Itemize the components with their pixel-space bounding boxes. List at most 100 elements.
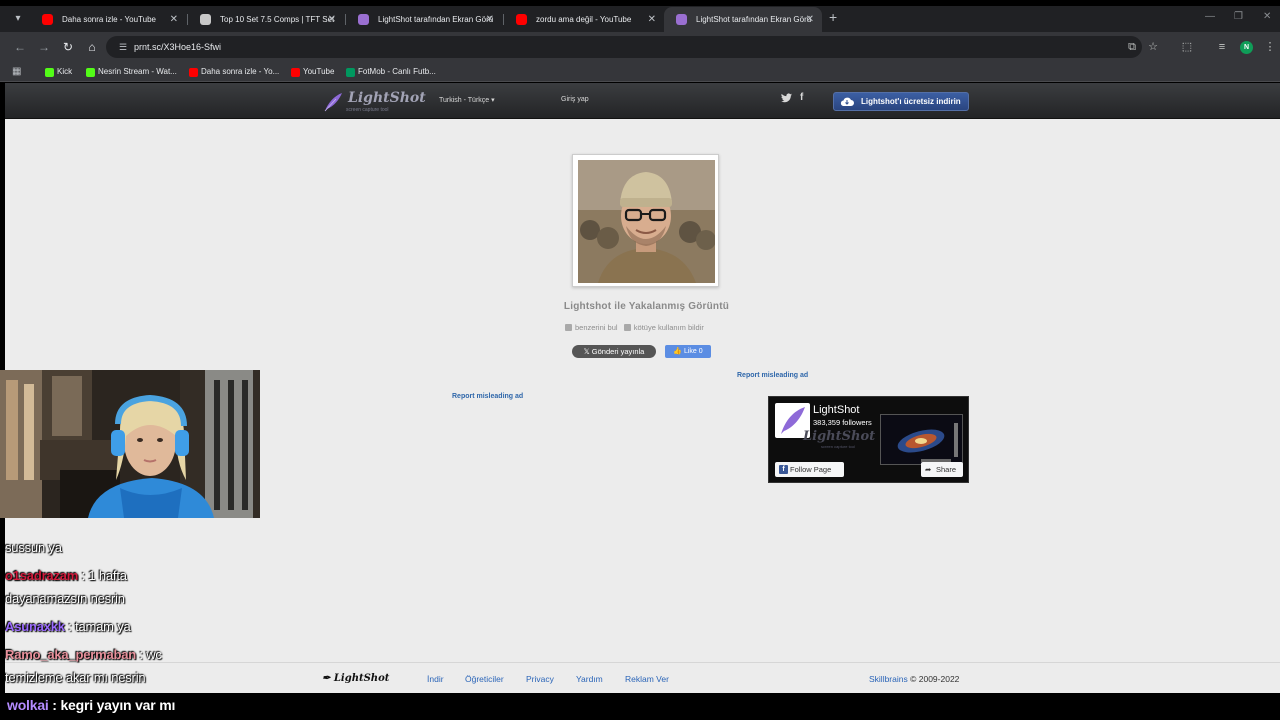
twitter-icon[interactable] (781, 93, 792, 106)
kick-icon (86, 68, 95, 77)
share-button-label: Share (936, 465, 957, 474)
cloud-download-icon (840, 97, 854, 106)
tab-title: Daha sonra izle - YouTube (62, 15, 156, 24)
footer-logo[interactable]: ✒ LightShot (322, 673, 389, 684)
lightshot-logo[interactable]: LightShot screen capture tool (322, 90, 426, 115)
profile-avatar[interactable]: N (1240, 41, 1253, 54)
tab-5-active[interactable]: LightShot tarafından Ekran Görü ✕ (664, 7, 822, 32)
close-icon[interactable]: ✕ (170, 7, 178, 32)
tweet-button[interactable]: 𝕏 Gönderi yayınla (572, 345, 656, 358)
language-select[interactable]: Turkish - Türkçe ▾ (439, 96, 495, 104)
youtube-icon (42, 14, 53, 25)
tab-title: LightShot tarafından Ekran Görü (696, 15, 812, 24)
copyright: Skillbrains © 2009-2022 (869, 674, 959, 684)
bookmark-nesrin-stream[interactable]: Nesrin Stream - Wat... (86, 65, 177, 79)
flag-icon (623, 324, 631, 331)
chat-message: Asunaxkk : tamam ya (5, 619, 131, 634)
install-app-icon[interactable]: ⧉ (1124, 39, 1140, 55)
forward-icon[interactable]: → (36, 39, 52, 55)
download-button-label: Lightshot'ı ücretsiz indirin (861, 97, 961, 106)
report-abuse-link[interactable]: kötüye kullanım bildir (634, 323, 704, 332)
facebook-icon[interactable]: f (800, 92, 803, 103)
tft-icon (200, 14, 211, 25)
login-link[interactable]: Giriş yap (561, 96, 589, 103)
bookmark-youtube[interactable]: YouTube (291, 65, 334, 79)
site-info-icon[interactable]: ☰ (116, 40, 130, 54)
bookmark-label: Daha sonra izle - Yo... (201, 67, 280, 76)
close-icon[interactable]: ✕ (328, 7, 336, 32)
chevron-down-icon: ▾ (491, 97, 495, 104)
chat-message: temizleme akar mı nesrin (5, 670, 146, 685)
skillbrains-link[interactable]: Skillbrains (869, 674, 908, 684)
lightshot-header: LightShot screen capture tool Turkish - … (5, 83, 1280, 119)
feather-icon: ✒ (322, 673, 331, 684)
chat-message: Ramo_aka_permaban : wc (5, 647, 162, 662)
footer-link-tutorials[interactable]: Öğreticiler (465, 674, 504, 684)
tweet-button-label: Gönderi yayınla (591, 347, 645, 356)
tab-3[interactable]: LightShot tarafından Ekran Görü ✕ (346, 7, 502, 32)
tab-2[interactable]: Top 10 Set 7.5 Comps | TFT Set ✕ (188, 7, 344, 32)
facebook-icon: f (779, 465, 788, 474)
image-title: Lightshot ile Yakalanmış Görüntü (563, 301, 730, 312)
facebook-page-widget[interactable]: LightShot 383,359 followers LightShot sc… (768, 396, 969, 483)
footer-link-privacy[interactable]: Privacy (526, 674, 554, 684)
chat-text: : wc (139, 647, 162, 662)
fb-page-name[interactable]: LightShot (813, 404, 859, 416)
facebook-like-button[interactable]: 👍 Like 0 (665, 345, 711, 358)
bookmark-fotmob[interactable]: FotMob - Canlı Futb... (346, 65, 436, 79)
extensions-icon[interactable]: ⬚ (1179, 39, 1195, 55)
lightshot-icon (358, 14, 369, 25)
apps-grid-icon[interactable]: ▦ (12, 66, 24, 78)
x-icon: 𝕏 (583, 347, 592, 356)
report-misleading-ad-link[interactable]: Report misleading ad (452, 393, 523, 400)
bookmark-label: FotMob - Canlı Futb... (358, 67, 436, 76)
tab-search-icon[interactable]: ▾ (10, 11, 26, 27)
close-icon[interactable]: ✕ (486, 7, 494, 32)
bookmarks-bar: ▦ Kick Nesrin Stream - Wat... Daha sonra… (0, 62, 1280, 82)
new-tab-icon[interactable]: + (829, 9, 837, 25)
find-similar-link[interactable]: benzerini bul (575, 323, 618, 332)
close-icon[interactable]: ✕ (648, 7, 656, 32)
home-icon[interactable]: ⌂ (84, 39, 100, 55)
chat-username: Ramo_aka_permaban (5, 647, 136, 662)
more-menu-icon[interactable]: ⋮ (1262, 39, 1278, 55)
report-misleading-ad-link[interactable]: Report misleading ad (737, 372, 808, 379)
bookmark-label: YouTube (303, 67, 335, 76)
address-bar[interactable]: ☰ prnt.sc/X3Hoe16-Sfwi (106, 36, 1142, 58)
fb-cover-tagline: screen capture tool (821, 444, 856, 449)
tab-1[interactable]: Daha sonra izle - YouTube ✕ (30, 7, 186, 32)
screenshot-frame (572, 154, 719, 287)
window-close-icon[interactable]: ✕ (1263, 11, 1271, 22)
footer-link-download[interactable]: İndir (427, 674, 444, 684)
chat-text: temizleme akar mı nesrin (5, 670, 146, 685)
follow-page-button[interactable]: f Follow Page (775, 462, 844, 477)
url-text[interactable]: prnt.sc/X3Hoe16-Sfwi (134, 36, 221, 58)
media-control-icon[interactable]: ≡ (1214, 39, 1230, 55)
screenshot-image[interactable] (578, 160, 715, 283)
bookmark-kick[interactable]: Kick (45, 65, 72, 79)
thumbs-up-icon: 👍 (673, 348, 684, 355)
fotmob-icon (346, 68, 355, 77)
share-button[interactable]: ➦ Share (921, 462, 963, 477)
footer-link-advertise[interactable]: Reklam Ver (625, 674, 669, 684)
fb-cover-watermark: LightShot (803, 429, 876, 444)
bookmark-watch-later[interactable]: Daha sonra izle - Yo... (189, 65, 279, 79)
restore-icon[interactable]: ❐ (1234, 11, 1243, 22)
logo-name: LightShot (348, 90, 426, 106)
lightshot-icon (676, 14, 687, 25)
chat-username: o1sadrazam (5, 568, 79, 583)
back-icon[interactable]: ← (12, 39, 28, 55)
screen: ▾ Daha sonra izle - YouTube ✕ Top 10 Set… (0, 0, 1280, 720)
footer-link-help[interactable]: Yardım (576, 674, 603, 684)
kick-icon (45, 68, 54, 77)
close-icon[interactable]: ✕ (806, 7, 814, 32)
tab-4[interactable]: zordu ama değil - YouTube ✕ (504, 7, 664, 32)
chat-text: : tamam ya (68, 619, 131, 634)
minimize-icon[interactable]: — (1205, 11, 1215, 22)
bookmark-star-icon[interactable]: ☆ (1145, 39, 1161, 55)
reload-icon[interactable]: ↻ (60, 39, 76, 55)
download-button[interactable]: Lightshot'ı ücretsiz indirin (833, 92, 969, 111)
chat-text: dayanamazsın nesrin (5, 591, 125, 606)
tab-title: zordu ama değil - YouTube (536, 15, 632, 24)
chat-text: : 1 hafta (81, 568, 127, 583)
